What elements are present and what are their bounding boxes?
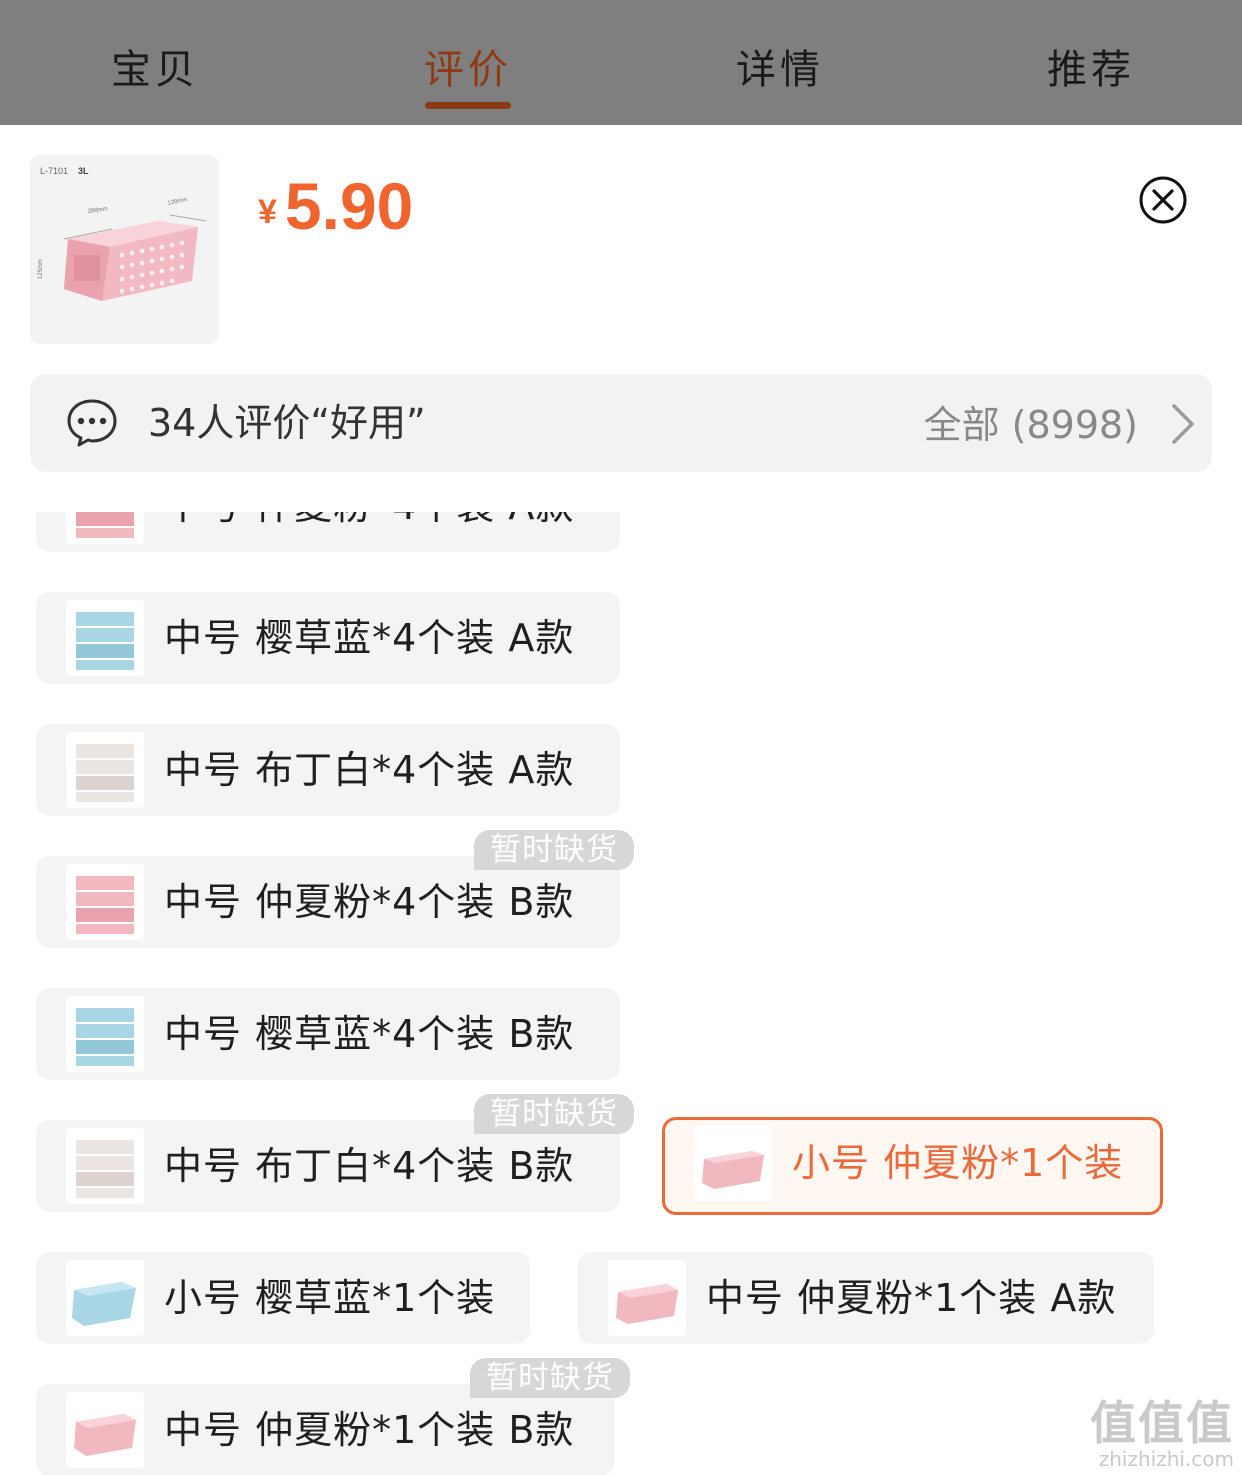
active-tab-indicator xyxy=(425,102,511,109)
sku-image xyxy=(66,864,144,940)
tab-recommend[interactable]: 推荐 xyxy=(991,40,1191,100)
sku-label: 小号 仲夏粉*1个装 xyxy=(792,1141,1124,1185)
thumb-volume: 3L xyxy=(78,166,89,176)
sku-image xyxy=(66,1392,144,1468)
sku-option-selected[interactable]: 小号 仲夏粉*1个装 xyxy=(662,1117,1163,1215)
sku-label: 小号 樱草蓝*1个装 xyxy=(164,1276,496,1320)
sku-option[interactable]: 中号 仲夏粉*4个装 A款 xyxy=(36,512,620,552)
review-summary-text: 34人评价“好用” xyxy=(148,401,426,445)
review-summary-bar[interactable]: 34人评价“好用” 全部 (8998) xyxy=(30,374,1212,472)
sku-image xyxy=(66,1128,144,1204)
watermark-logo: 值值值 zhizhizhi.com xyxy=(1090,1397,1234,1469)
watermark-site: zhizhizhi.com xyxy=(1098,1447,1234,1471)
sku-label: 中号 仲夏粉*4个装 B款 xyxy=(164,880,575,924)
out-of-stock-badge: 暂时缺货 xyxy=(470,1358,630,1398)
thumb-depth: 139mm xyxy=(167,197,188,207)
sku-label: 中号 仲夏粉*1个装 B款 xyxy=(164,1408,575,1452)
sku-image xyxy=(66,732,144,808)
chat-bubble-icon xyxy=(66,398,118,448)
sku-image xyxy=(66,1260,144,1336)
sku-option[interactable]: 中号 仲夏粉*1个装 A款 xyxy=(578,1252,1154,1344)
chevron-right-icon xyxy=(1168,402,1198,446)
price-value: 5.90 xyxy=(284,169,414,243)
sku-label: 中号 布丁白*4个装 B款 xyxy=(164,1144,575,1188)
sku-label: 中号 布丁白*4个装 A款 xyxy=(164,748,575,792)
basket-illustration xyxy=(63,214,207,301)
thumb-code: L-7101 xyxy=(40,166,68,176)
sku-image xyxy=(66,996,144,1072)
thumb-height: 125mm xyxy=(38,259,44,279)
sku-label: 中号 樱草蓝*4个装 A款 xyxy=(164,616,575,660)
review-all-count[interactable]: 全部 (8998) xyxy=(924,398,1138,452)
tab-bar: 宝贝 评价 详情 推荐 xyxy=(0,0,1242,125)
product-price: ¥5.90 xyxy=(258,168,413,244)
sku-option-list: 中号 仲夏粉*4个装 A款 中号 樱草蓝*4个装 A款 中号 布丁白*4个装 A… xyxy=(0,512,1242,1475)
tab-details[interactable]: 详情 xyxy=(680,40,880,100)
sku-label: 中号 樱草蓝*4个装 B款 xyxy=(164,1012,575,1056)
sku-option[interactable]: 中号 布丁白*4个装 A款 xyxy=(36,724,620,816)
tab-baby[interactable]: 宝贝 xyxy=(55,40,255,100)
sku-image xyxy=(608,1260,686,1336)
close-icon[interactable] xyxy=(1139,176,1187,224)
sku-image xyxy=(66,600,144,676)
thumb-width: 288mm xyxy=(87,206,108,215)
watermark-main: 值值值 xyxy=(1090,1396,1234,1450)
out-of-stock-badge: 暂时缺货 xyxy=(474,1094,634,1134)
sku-image xyxy=(66,512,144,544)
sku-image xyxy=(694,1125,772,1201)
currency-symbol: ¥ xyxy=(258,193,277,231)
sku-option[interactable]: 中号 樱草蓝*4个装 B款 xyxy=(36,988,620,1080)
product-thumbnail: L-7101 3L 288mm 139mm 125mm xyxy=(30,155,219,344)
tab-reviews[interactable]: 评价 xyxy=(368,40,568,100)
sku-option[interactable]: 小号 樱草蓝*1个装 xyxy=(36,1252,530,1344)
sku-label: 中号 仲夏粉*4个装 A款 xyxy=(164,512,574,534)
sku-label: 中号 仲夏粉*1个装 A款 xyxy=(706,1276,1117,1320)
sku-option[interactable]: 中号 樱草蓝*4个装 A款 xyxy=(36,592,620,684)
out-of-stock-badge: 暂时缺货 xyxy=(474,830,634,870)
